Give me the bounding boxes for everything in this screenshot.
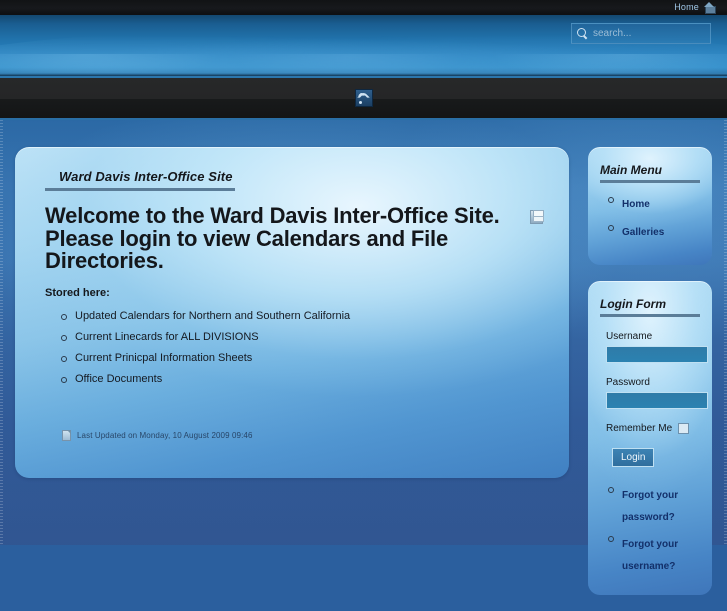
username-label: Username xyxy=(606,331,653,342)
article-title: Ward Davis Inter-Office Site xyxy=(45,169,235,191)
document-icon xyxy=(62,430,71,441)
stored-items-list: Updated Calendars for Northern and South… xyxy=(45,310,543,385)
search-box[interactable] xyxy=(571,23,711,44)
password-label: Password xyxy=(606,377,650,388)
last-updated-text: Last Updated on Monday, 10 August 2009 0… xyxy=(77,431,253,440)
sidebar-item-home[interactable]: Home xyxy=(608,193,700,213)
remember-me-checkbox[interactable] xyxy=(678,423,690,434)
main-menu-title: Main Menu xyxy=(600,163,700,183)
module-login-form: Login Form Username Password Remember Me… xyxy=(588,281,712,595)
content-panel: Ward Davis Inter-Office Site Welcome to … xyxy=(15,147,569,478)
list-item[interactable]: Forgot your password? xyxy=(608,483,700,526)
main-menu-list: Home Galleries xyxy=(600,193,700,241)
main-area: Ward Davis Inter-Office Site Welcome to … xyxy=(0,120,727,582)
rss-feed-icon[interactable] xyxy=(354,89,373,107)
password-field[interactable] xyxy=(606,392,708,409)
welcome-heading: Welcome to the Ward Davis Inter-Office S… xyxy=(45,203,500,274)
remember-me-label: Remember Me xyxy=(606,423,673,434)
login-button[interactable]: Login xyxy=(612,448,655,467)
print-icon[interactable] xyxy=(530,210,544,224)
login-help-links: Forgot your password? Forgot your userna… xyxy=(600,483,700,575)
last-updated: Last Updated on Monday, 10 August 2009 0… xyxy=(62,430,253,441)
top-bar-links: Home xyxy=(674,0,716,15)
list-item: Office Documents xyxy=(61,373,543,385)
list-item: Updated Calendars for Northern and South… xyxy=(61,310,543,322)
search-input[interactable] xyxy=(593,28,703,39)
forgot-password-link[interactable]: Forgot your password? xyxy=(622,490,678,523)
top-home-link[interactable]: Home xyxy=(674,0,699,15)
remember-me-row[interactable]: Remember Me xyxy=(606,423,700,434)
list-item: Current Linecards for ALL DIVISIONS xyxy=(61,331,543,343)
sidebar: Main Menu Home Galleries Login Form User… xyxy=(588,147,712,611)
search-icon xyxy=(577,27,589,40)
main-menu-link[interactable]: Galleries xyxy=(622,227,664,238)
home-icon xyxy=(704,2,716,14)
main-navigation-bar xyxy=(0,76,727,120)
login-form-title: Login Form xyxy=(600,297,700,317)
header-wave-decoration xyxy=(0,54,727,76)
forgot-username-link[interactable]: Forgot your username? xyxy=(622,539,678,572)
module-main-menu: Main Menu Home Galleries xyxy=(588,147,712,265)
list-item: Current Prinicpal Information Sheets xyxy=(61,352,543,364)
main-menu-link[interactable]: Home xyxy=(622,199,650,210)
stored-here-label: Stored here: xyxy=(45,286,110,299)
top-bar: Home xyxy=(0,0,727,15)
sidebar-item-galleries[interactable]: Galleries xyxy=(608,221,700,241)
username-field[interactable] xyxy=(606,346,708,363)
article-heading-row: Welcome to the Ward Davis Inter-Office S… xyxy=(45,203,544,274)
list-item[interactable]: Forgot your username? xyxy=(608,532,700,575)
